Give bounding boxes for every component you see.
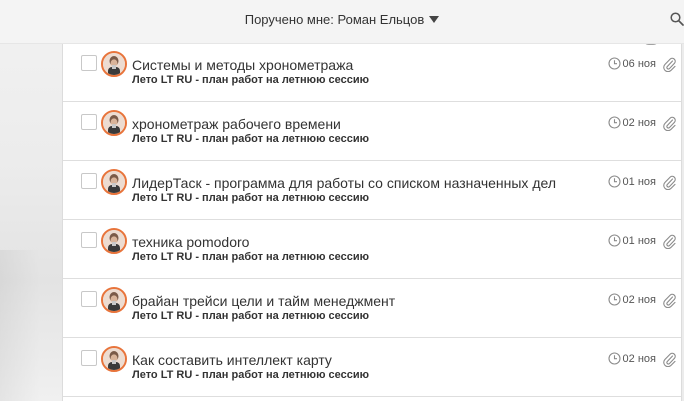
task-project: Лето LT RU - план работ на летнюю сессию	[132, 192, 370, 204]
task-title[interactable]: техника pomodoro	[132, 234, 249, 250]
task-row[interactable]: брайан трейси цели и тайм менеджмент Лето…	[63, 279, 681, 338]
task-row[interactable]: хронометраж рабочего времени Лето LT RU -…	[63, 102, 681, 161]
clock-icon	[607, 175, 621, 191]
task-row[interactable]: техника pomodoro Лето LT RU - план работ …	[63, 220, 681, 279]
task-due-date: 02 ноя	[607, 352, 656, 368]
task-checkbox[interactable]	[81, 173, 97, 189]
paperclip-icon[interactable]	[662, 115, 676, 132]
avatar	[101, 346, 127, 372]
task-checkbox[interactable]	[81, 291, 97, 307]
due-date-label: 02 ноя	[622, 117, 656, 129]
due-date-label: 02 ноя	[622, 353, 656, 365]
task-row[interactable]: ЛидерТаск - программа для работы со спис…	[63, 161, 681, 220]
background-shade	[0, 250, 40, 401]
assignee-filter-label: Поручено мне: Роман Ельцов	[244, 12, 425, 27]
header-bar: Поручено мне: Роман Ельцов	[0, 0, 684, 44]
task-title[interactable]: хронометраж рабочего времени	[132, 116, 341, 132]
task-checkbox[interactable]	[81, 232, 97, 248]
task-due-date: 01 ноя	[607, 234, 656, 250]
task-due-date: 02 ноя	[607, 116, 656, 132]
task-due-date: 02 ноя	[607, 293, 656, 309]
task-title[interactable]: Как составить интеллект карту	[132, 352, 332, 368]
task-checkbox[interactable]	[81, 55, 97, 71]
task-list: Системы и методы хронометража Лето LT RU …	[62, 39, 682, 401]
task-due-date: 06 ноя	[607, 57, 656, 73]
clock-icon	[607, 293, 621, 309]
due-date-label: 02 ноя	[622, 294, 656, 306]
clock-icon	[607, 57, 621, 73]
clock-icon	[607, 352, 621, 368]
paperclip-icon[interactable]	[662, 233, 676, 250]
avatar	[101, 51, 127, 77]
paperclip-icon[interactable]	[662, 56, 676, 73]
paperclip-icon[interactable]	[662, 351, 676, 368]
background-photo	[0, 0, 62, 401]
avatar	[101, 287, 127, 313]
task-project: Лето LT RU - план работ на летнюю сессию	[132, 133, 370, 145]
task-project: Лето LT RU - план работ на летнюю сессию	[132, 251, 370, 263]
task-due-date: 01 ноя	[607, 175, 656, 191]
paperclip-icon[interactable]	[662, 174, 676, 191]
avatar	[101, 169, 127, 195]
paperclip-icon[interactable]	[662, 292, 676, 309]
task-row[interactable]: Системы и методы хронометража Лето LT RU …	[63, 43, 681, 102]
task-title[interactable]: Системы и методы хронометража	[132, 57, 353, 73]
task-title[interactable]: брайан трейси цели и тайм менеджмент	[132, 293, 395, 309]
due-date-label: 01 ноя	[622, 235, 656, 247]
chevron-down-icon	[429, 16, 440, 23]
task-project: Лето LT RU - план работ на летнюю сессию	[132, 74, 370, 86]
task-checkbox[interactable]	[81, 114, 97, 130]
task-project: Лето LT RU - план работ на летнюю сессию	[132, 369, 370, 381]
avatar	[101, 110, 127, 136]
task-title[interactable]: ЛидерТаск - программа для работы со спис…	[132, 175, 556, 191]
clock-icon	[607, 234, 621, 250]
task-checkbox[interactable]	[81, 350, 97, 366]
avatar	[101, 228, 127, 254]
due-date-label: 06 ноя	[622, 58, 656, 70]
search-icon[interactable]	[670, 12, 684, 26]
task-project: Лето LT RU - план работ на летнюю сессию	[132, 310, 370, 322]
assignee-filter-dropdown[interactable]: Поручено мне: Роман Ельцов	[0, 12, 684, 27]
due-date-label: 01 ноя	[622, 176, 656, 188]
clock-icon	[607, 116, 621, 132]
task-row[interactable]: Как составить интеллект карту Лето LT RU …	[63, 338, 681, 397]
